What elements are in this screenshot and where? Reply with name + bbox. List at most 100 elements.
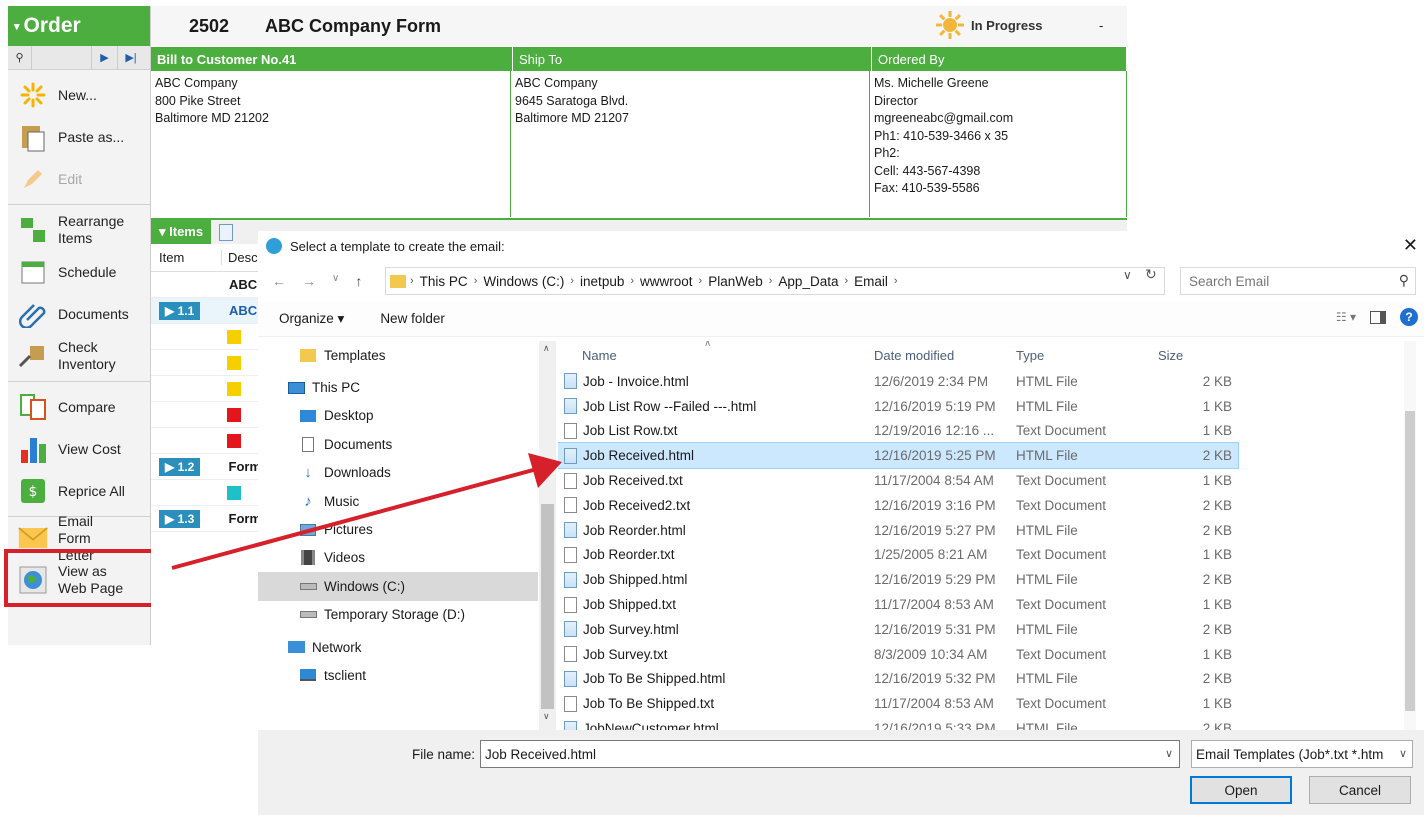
- sidebar-item-new[interactable]: New...: [8, 74, 150, 116]
- sidebar-title[interactable]: ▾ Order: [8, 6, 150, 46]
- file-type-select[interactable]: Email Templates (Job*.txt *.htm ∨: [1191, 740, 1413, 768]
- table-row[interactable]: [151, 402, 261, 428]
- new-folder-button[interactable]: New folder: [380, 311, 445, 326]
- breadcrumb-segment[interactable]: App_Data: [778, 274, 838, 289]
- file-row[interactable]: Job Shipped.txt 11/17/2004 8:53 AM Text Do…: [558, 592, 1238, 617]
- up-icon[interactable]: ↑: [355, 273, 362, 289]
- recent-dropdown-icon[interactable]: ∨: [332, 273, 339, 289]
- breadcrumb-segment[interactable]: inetpub: [580, 274, 624, 289]
- breadcrumb-separator-icon[interactable]: ›: [630, 275, 634, 287]
- breadcrumb-separator-icon[interactable]: ›: [474, 275, 478, 287]
- organize-button[interactable]: Organize ▾: [279, 311, 344, 327]
- search-icon[interactable]: ⚲: [8, 45, 32, 70]
- table-row[interactable]: [151, 480, 261, 506]
- help-icon[interactable]: ?: [1400, 308, 1418, 326]
- back-icon[interactable]: ←: [272, 273, 286, 289]
- sidebar-item-paste-as[interactable]: Paste as...: [8, 116, 150, 158]
- collapse-caret-icon[interactable]: ▾: [14, 20, 20, 33]
- nav-item-tsclient[interactable]: tsclient: [258, 661, 538, 689]
- sidebar-item-edit[interactable]: Edit: [8, 158, 150, 200]
- nav-item-desktop[interactable]: Desktop: [258, 402, 538, 430]
- nav-item-music[interactable]: ♪ Music: [258, 487, 538, 515]
- nav-item-this-pc[interactable]: This PC: [258, 373, 538, 401]
- preview-pane-icon[interactable]: [1370, 310, 1386, 324]
- address-dropdown-icon[interactable]: ∨: [1123, 268, 1132, 282]
- file-row[interactable]: Job Survey.html 12/16/2019 5:31 PM HTML Fi…: [558, 617, 1238, 642]
- col-type[interactable]: Type: [1008, 348, 1150, 363]
- close-icon[interactable]: ✕: [1403, 235, 1418, 256]
- nav-item-windows-c[interactable]: Windows (C:): [258, 572, 538, 601]
- file-scroll-thumb[interactable]: [1405, 411, 1415, 711]
- file-row[interactable]: Job Shipped.html 12/16/2019 5:29 PM HTML F…: [558, 567, 1238, 592]
- file-row[interactable]: Job Received2.txt 12/16/2019 3:16 PM Text …: [558, 493, 1238, 518]
- refresh-icon[interactable]: ↻: [1145, 266, 1157, 283]
- nav-scroll-thumb[interactable]: [541, 504, 554, 709]
- nav-item-pictures[interactable]: Pictures: [258, 515, 538, 543]
- next-record-icon[interactable]: ▶: [92, 45, 118, 70]
- sidebar-item-schedule[interactable]: Schedule: [8, 251, 150, 293]
- table-row[interactable]: [151, 376, 261, 402]
- breadcrumb-separator-icon[interactable]: ›: [410, 275, 414, 287]
- breadcrumb-segment[interactable]: PlanWeb: [708, 274, 763, 289]
- view-options-icon[interactable]: ☷ ▾: [1336, 310, 1356, 324]
- file-row[interactable]: Job List Row --Failed ---.html 12/16/2019…: [558, 394, 1238, 419]
- nav-scrollbar[interactable]: ∧ ∨: [539, 341, 556, 730]
- nav-item-downloads[interactable]: ↓ Downloads: [258, 459, 538, 487]
- nav-item-documents[interactable]: Documents: [258, 430, 538, 458]
- breadcrumb-separator-icon[interactable]: ›: [894, 275, 898, 287]
- address-bar[interactable]: › This PC › Windows (C:) › inetpub › wwwroot › Pl…: [385, 267, 1165, 295]
- file-scrollbar[interactable]: [1404, 341, 1416, 730]
- open-button[interactable]: Open: [1190, 776, 1292, 804]
- breadcrumb-segment[interactable]: Email: [854, 274, 888, 289]
- nav-item-network[interactable]: Network: [258, 633, 538, 661]
- record-field[interactable]: [32, 45, 92, 70]
- table-row[interactable]: [151, 324, 261, 350]
- file-row[interactable]: Job Reorder.html 12/16/2019 5:27 PM HTML F…: [558, 518, 1238, 543]
- file-name-input[interactable]: Job Received.html ∨: [480, 740, 1180, 768]
- file-row[interactable]: Job To Be Shipped.txt 11/17/2004 8:53 AM T…: [558, 691, 1238, 716]
- nav-item-templates[interactable]: Templates: [258, 341, 538, 369]
- col-size[interactable]: Size: [1150, 348, 1236, 363]
- breadcrumb-segment[interactable]: This PC: [420, 274, 468, 289]
- breadcrumb-separator-icon[interactable]: ›: [844, 275, 848, 287]
- order-status[interactable]: In Progress: [935, 10, 1043, 40]
- col-date-modified[interactable]: Date modified: [866, 348, 1008, 363]
- chevron-down-icon[interactable]: ∨: [1165, 747, 1173, 760]
- scroll-down-icon[interactable]: ∨: [543, 711, 550, 722]
- items-tab[interactable]: ▾ Items: [151, 220, 212, 244]
- table-row[interactable]: [151, 350, 261, 376]
- nav-item-videos[interactable]: Videos: [258, 544, 538, 572]
- sidebar-item-compare[interactable]: Compare: [8, 386, 150, 428]
- table-row[interactable]: ▶ 1.2 Form: [151, 454, 261, 480]
- breadcrumb-separator-icon[interactable]: ›: [699, 275, 703, 287]
- file-row[interactable]: JobNewCustomer.html 12/16/2019 5:33 PM HTM…: [558, 716, 1238, 730]
- breadcrumb-segment[interactable]: wwwroot: [640, 274, 693, 289]
- file-row[interactable]: Job List Row.txt 12/19/2016 12:16 ... Text…: [558, 419, 1238, 444]
- sidebar-item-check-inventory[interactable]: Check Inventory: [8, 335, 150, 377]
- file-row[interactable]: Job - Invoice.html 12/6/2019 2:34 PM HTML …: [558, 369, 1238, 394]
- last-record-icon[interactable]: ▶|: [118, 46, 144, 70]
- sidebar-item-view-cost[interactable]: View Cost: [8, 428, 150, 470]
- chevron-down-icon[interactable]: ∨: [1396, 747, 1407, 760]
- file-row[interactable]: Job Received.html 12/16/2019 5:25 PM HTML …: [558, 442, 1239, 470]
- scroll-up-icon[interactable]: ∧: [543, 343, 550, 354]
- sidebar-item-rearrange-items[interactable]: Rearrange Items: [8, 209, 150, 251]
- file-row[interactable]: Job Survey.txt 8/3/2009 10:34 AM Text Docu…: [558, 642, 1238, 667]
- file-row[interactable]: Job Reorder.txt 1/25/2005 8:21 AM Text Doc…: [558, 543, 1238, 568]
- forward-icon[interactable]: →: [302, 273, 316, 289]
- cancel-button[interactable]: Cancel: [1309, 776, 1411, 804]
- col-name[interactable]: Name: [558, 348, 866, 363]
- new-item-icon[interactable]: [219, 223, 234, 241]
- sidebar-item-reprice-all[interactable]: $ Reprice All: [8, 470, 150, 512]
- table-row[interactable]: ABC: [151, 272, 261, 298]
- file-row[interactable]: Job Received.txt 11/17/2004 8:54 AM Text D…: [558, 468, 1238, 493]
- table-row[interactable]: ▶ 1.1 ABC: [151, 298, 261, 324]
- breadcrumb-separator-icon[interactable]: ›: [570, 275, 574, 287]
- file-row[interactable]: Job To Be Shipped.html 12/16/2019 5:32 PM…: [558, 667, 1238, 692]
- table-row[interactable]: [151, 428, 261, 454]
- nav-item-temporary-storage-d[interactable]: Temporary Storage (D:): [258, 601, 538, 629]
- search-input[interactable]: Search Email ⚲: [1180, 267, 1416, 295]
- breadcrumb-separator-icon[interactable]: ›: [769, 275, 773, 287]
- breadcrumb-segment[interactable]: Windows (C:): [483, 274, 564, 289]
- table-row[interactable]: ▶ 1.3 Form: [151, 506, 261, 532]
